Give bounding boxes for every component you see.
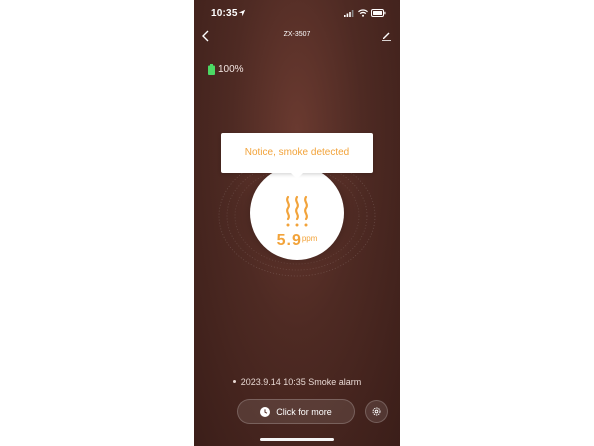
settings-button[interactable]: [365, 400, 388, 423]
status-bar: 10:35: [194, 0, 400, 26]
smoke-reading-card: 5.9ppm: [250, 166, 344, 260]
cellular-signal-icon: [344, 10, 354, 17]
click-for-more-button[interactable]: Click for more: [237, 399, 355, 424]
battery-level: 100%: [208, 63, 244, 75]
notice-popup: Notice, smoke detected: [221, 133, 373, 179]
reading-unit: ppm: [301, 234, 318, 243]
nav-bar: ZX-3507: [194, 26, 400, 46]
more-label: Click for more: [276, 406, 332, 417]
app-screen: 10:35 ZX-3507 100% 5.9ppm Notice, smoke …: [194, 0, 400, 446]
smoke-icon: [286, 195, 308, 227]
alarm-log-entry[interactable]: 2023.9.14 10:35 Smoke alarm: [194, 377, 400, 387]
smoke-reading: 5.9ppm: [250, 232, 344, 250]
gear-icon: [372, 407, 381, 416]
home-indicator: [260, 438, 334, 441]
notice-text: Notice, smoke detected: [244, 147, 350, 158]
edit-icon[interactable]: [381, 30, 392, 41]
page-title: ZX-3507: [283, 31, 311, 38]
log-text: 2023.9.14 10:35 Smoke alarm: [240, 377, 362, 387]
status-battery-icon: [371, 9, 386, 17]
clock-icon: [260, 406, 271, 417]
battery-percent: 100%: [218, 63, 244, 75]
wifi-icon: [358, 9, 368, 17]
bullet-dot: [232, 380, 236, 384]
location-arrow-icon: [238, 9, 246, 17]
battery-icon: [208, 63, 215, 75]
reading-value: 5.9: [276, 232, 302, 249]
status-time: 10:35: [211, 8, 238, 19]
